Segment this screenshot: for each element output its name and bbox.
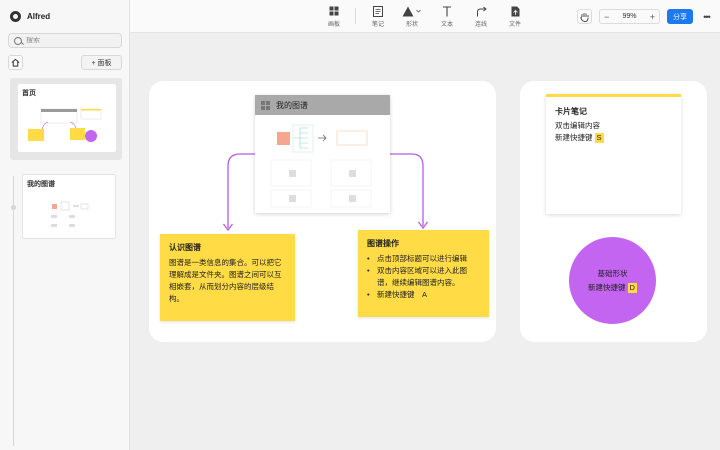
map-grid-icon	[261, 100, 270, 110]
sticky-body: 图谱是一类信息的集合。可以把它理解成是文件夹。图谱之间可以互相嵌套，从而划分内容…	[169, 258, 282, 303]
tool-label: 文件	[508, 22, 521, 28]
search-input[interactable]	[26, 37, 116, 44]
map-card[interactable]: 我的图谱	[255, 95, 390, 213]
tool-label: 文本	[440, 22, 453, 28]
card-note-line: 双击编辑内容	[555, 121, 600, 130]
page-thumbnail-preview	[51, 201, 89, 227]
card-note-shortcut-row: 新建快捷键 S	[555, 132, 672, 144]
tool-label: 形状	[405, 22, 418, 28]
card-note-title: 卡片笔记	[555, 107, 587, 116]
shape-title: 基础形状	[597, 269, 628, 278]
zoom-in-button[interactable]: +	[650, 12, 655, 22]
list-item: 新建快捷键 A	[367, 289, 480, 301]
card-note-line: 新建快捷键	[555, 133, 593, 142]
alfred-logo-icon	[10, 10, 21, 22]
tool-connector[interactable]: 连线	[467, 5, 495, 28]
tool-label: 连线	[474, 22, 487, 28]
top-toolbar: 画板 笔记 形状 文本 连线 文件 − 99% + 分享 •••	[130, 0, 720, 33]
map-card-header[interactable]: 我的图谱	[255, 95, 390, 115]
tool-note[interactable]: 笔记	[364, 5, 392, 28]
search-box[interactable]	[8, 33, 122, 48]
sticky-note-intro[interactable]: 认识图谱 图谱是一类信息的集合。可以把它理解成是文件夹。图谱之间可以互相嵌套，从…	[160, 234, 295, 321]
basic-shape-circle[interactable]: 基础形状 新建快捷键 D	[569, 237, 656, 324]
card-note[interactable]: 卡片笔记 双击编辑内容 新建快捷键 S	[546, 94, 681, 214]
sticky-title: 图谱操作	[367, 239, 399, 248]
zoom-level[interactable]: 99%	[622, 13, 636, 20]
shape-line: 新建快捷键	[588, 283, 626, 292]
hand-tool-button[interactable]	[577, 9, 592, 24]
shortcut-key: S	[594, 133, 604, 143]
map-card-title[interactable]: 我的图谱	[276, 100, 308, 111]
home-icon	[11, 58, 20, 67]
zoom-out-button[interactable]: −	[604, 12, 609, 22]
share-button[interactable]: 分享	[667, 9, 693, 24]
tool-file[interactable]: 文件	[501, 5, 529, 28]
app-header[interactable]: Alfred	[10, 9, 50, 23]
list-item: 双击内容区域可以进入此图谱，继续编辑图谱内容。	[367, 265, 480, 289]
sidebar-rail	[13, 176, 14, 446]
shape-triangle-icon	[402, 6, 421, 16]
list-item: 点击顶部标题可以进行编辑	[367, 253, 480, 265]
more-menu-button[interactable]: •••	[699, 9, 714, 24]
page-thumbnail-preview	[28, 108, 102, 142]
tool-label: 笔记	[371, 22, 384, 28]
note-icon	[373, 5, 383, 17]
text-icon	[443, 5, 451, 16]
sticky-note-operations[interactable]: 图谱操作 点击顶部标题可以进行编辑 双击内容区域可以进入此图谱，继续编辑图谱内容…	[358, 230, 489, 317]
sticky-title: 认识图谱	[169, 243, 201, 252]
map-card-preview	[270, 124, 372, 208]
page-thumbnail-my-map[interactable]: 我的图谱	[22, 174, 116, 239]
sidebar: Alfred + 面板 首页 我的图谱	[0, 0, 130, 450]
toolbar-divider	[355, 8, 356, 24]
app-name: Alfred	[27, 11, 51, 21]
hand-icon	[580, 12, 589, 22]
add-board-button[interactable]: + 面板	[81, 55, 122, 70]
shortcut-key: D	[627, 283, 637, 293]
home-button[interactable]	[8, 55, 23, 70]
tool-board[interactable]: 画板	[320, 5, 348, 28]
board-grid-icon	[329, 6, 339, 16]
page-thumbnail-home[interactable]: 首页	[18, 84, 116, 152]
connector-icon	[476, 6, 487, 16]
search-icon	[14, 36, 22, 45]
tool-label: 画板	[327, 22, 340, 28]
shape-shortcut-row: 新建快捷键 D	[588, 282, 637, 293]
file-icon	[511, 6, 519, 16]
tool-text[interactable]: 文本	[433, 5, 461, 28]
tool-shape[interactable]: 形状	[398, 5, 426, 28]
sidebar-rail-handle[interactable]	[11, 205, 16, 210]
zoom-control: − 99% +	[599, 9, 660, 24]
sticky-list: 点击顶部标题可以进行编辑 双击内容区域可以进入此图谱，继续编辑图谱内容。 新建快…	[367, 253, 480, 301]
